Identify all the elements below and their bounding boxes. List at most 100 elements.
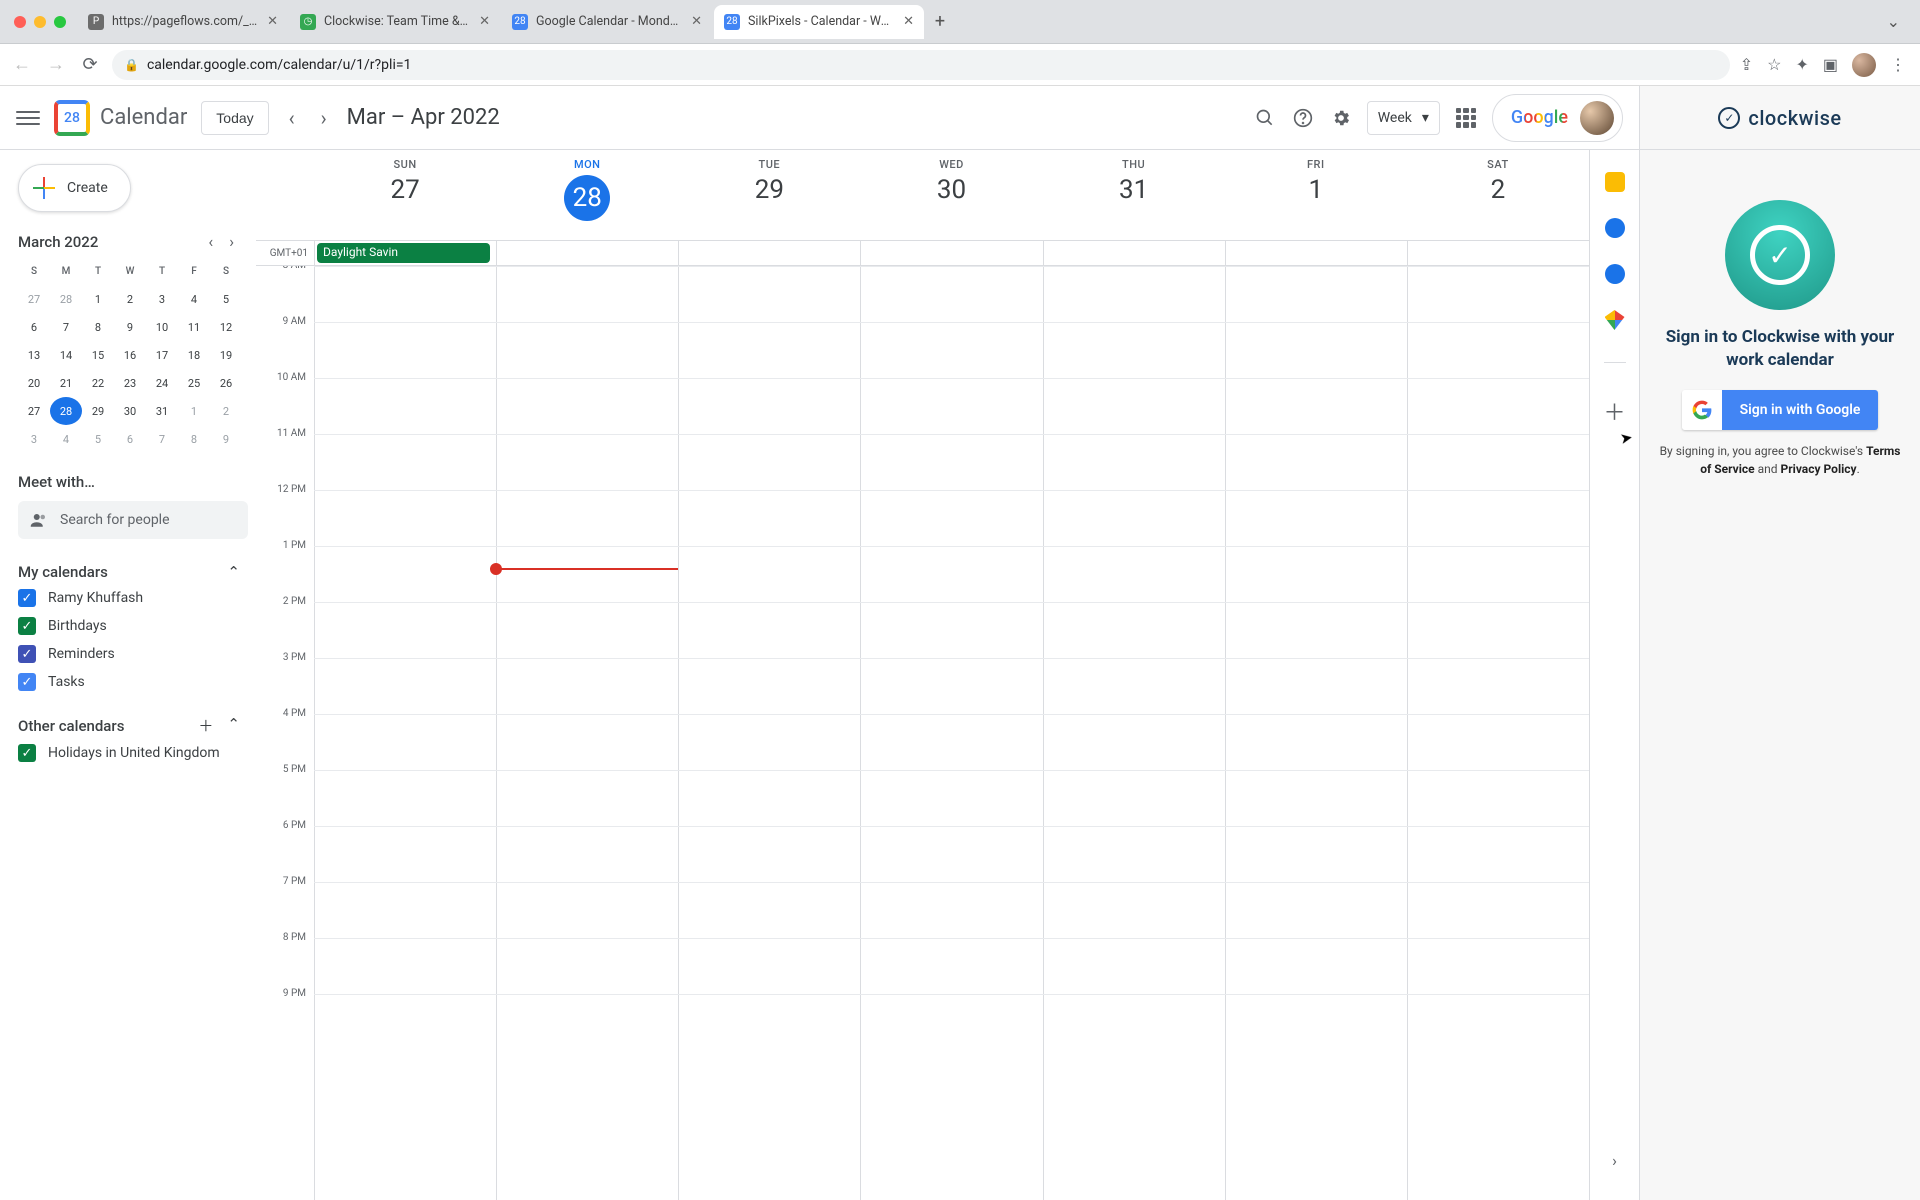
mini-day[interactable]: 9 [210, 425, 242, 453]
calendar-item[interactable]: ✓ Ramy Khuffash [18, 589, 248, 607]
support-icon[interactable] [1291, 106, 1315, 130]
window-controls[interactable] [8, 16, 66, 28]
add-other-calendar-icon[interactable]: ＋ [198, 715, 213, 736]
mini-day[interactable]: 31 [146, 397, 178, 425]
browser-menu-icon[interactable]: ⋮ [1890, 55, 1906, 74]
browser-profile-avatar[interactable] [1852, 53, 1876, 77]
address-bar[interactable]: 🔒 calendar.google.com/calendar/u/1/r?pli… [112, 50, 1730, 80]
mini-day[interactable]: 28 [50, 285, 82, 313]
mini-day[interactable]: 8 [178, 425, 210, 453]
mini-day[interactable]: 3 [146, 285, 178, 313]
mini-day[interactable]: 6 [18, 313, 50, 341]
mini-prev-month[interactable]: ‹ [202, 226, 219, 257]
collapse-rail-icon[interactable]: › [1612, 1151, 1617, 1170]
day-header[interactable]: WED 30 [860, 150, 1042, 240]
calendar-item[interactable]: ✓ Holidays in United Kingdom [18, 744, 248, 762]
close-window[interactable] [14, 16, 26, 28]
reload-button[interactable]: ⟳ [78, 54, 102, 75]
mini-day[interactable]: 7 [50, 313, 82, 341]
collapse-my-calendars-icon[interactable]: ⌃ [227, 563, 240, 581]
mini-day[interactable]: 30 [114, 397, 146, 425]
allday-cell[interactable] [1043, 241, 1225, 265]
close-tab-icon[interactable]: ✕ [479, 14, 490, 29]
day-column[interactable] [1407, 266, 1589, 1200]
mini-day[interactable]: 25 [178, 369, 210, 397]
mini-day[interactable]: 18 [178, 341, 210, 369]
maps-icon[interactable] [1605, 310, 1625, 330]
calendar-item[interactable]: ✓ Reminders [18, 645, 248, 663]
calendar-logo[interactable]: 28 Calendar [54, 100, 187, 136]
new-tab-button[interactable]: + [926, 11, 954, 32]
keep-icon[interactable] [1605, 172, 1625, 192]
day-header[interactable]: THU 31 [1043, 150, 1225, 240]
mini-day[interactable]: 11 [178, 313, 210, 341]
allday-cell[interactable] [678, 241, 860, 265]
main-menu-button[interactable] [16, 106, 40, 130]
mini-day[interactable]: 7 [146, 425, 178, 453]
mini-day[interactable]: 27 [18, 397, 50, 425]
minimize-window[interactable] [34, 16, 46, 28]
browser-tab[interactable]: ◷ Clockwise: Team Time & Calen ✕ [290, 5, 500, 39]
mini-day[interactable]: 4 [50, 425, 82, 453]
today-button[interactable]: Today [201, 101, 268, 135]
day-column[interactable] [496, 266, 678, 1200]
browser-tab[interactable]: 28 SilkPixels - Calendar - Week of ✕ [714, 5, 924, 39]
day-column[interactable] [1225, 266, 1407, 1200]
privacy-link[interactable]: Privacy Policy [1781, 462, 1857, 476]
calendar-checkbox[interactable]: ✓ [18, 673, 36, 691]
mini-day[interactable]: 8 [82, 313, 114, 341]
mini-day[interactable]: 23 [114, 369, 146, 397]
mini-day[interactable]: 15 [82, 341, 114, 369]
day-column[interactable] [678, 266, 860, 1200]
day-column[interactable] [860, 266, 1042, 1200]
calendar-item[interactable]: ✓ Tasks [18, 673, 248, 691]
account-pill[interactable]: Google [1492, 94, 1623, 142]
allday-cell[interactable] [860, 241, 1042, 265]
allday-cell[interactable] [496, 241, 678, 265]
mini-day[interactable]: 6 [114, 425, 146, 453]
mini-calendar[interactable]: SMTWTFS272812345678910111213141516171819… [18, 257, 243, 453]
account-avatar[interactable] [1580, 101, 1614, 135]
day-column[interactable] [314, 266, 496, 1200]
allday-cell[interactable] [1407, 241, 1589, 265]
google-apps-icon[interactable] [1454, 106, 1478, 130]
share-icon[interactable]: ⇪ [1740, 55, 1753, 74]
search-people-input[interactable]: Search for people [18, 501, 248, 539]
allday-cell[interactable]: Daylight Savin [314, 241, 496, 265]
calendar-checkbox[interactable]: ✓ [18, 589, 36, 607]
calendar-checkbox[interactable]: ✓ [18, 645, 36, 663]
mini-day[interactable]: 21 [50, 369, 82, 397]
add-addon-button[interactable]: ＋ [1603, 395, 1625, 427]
forward-button[interactable]: → [44, 54, 68, 75]
day-header[interactable]: SAT 2 [1407, 150, 1589, 240]
bookmark-star-icon[interactable]: ☆ [1767, 55, 1781, 74]
allday-cell[interactable] [1225, 241, 1407, 265]
next-period-button[interactable]: › [315, 100, 333, 136]
close-tab-icon[interactable]: ✕ [691, 14, 702, 29]
back-button[interactable]: ← [10, 54, 34, 75]
mini-day[interactable]: 5 [210, 285, 242, 313]
mini-day[interactable]: 12 [210, 313, 242, 341]
mini-day[interactable]: 28 [50, 397, 82, 425]
mini-day[interactable]: 2 [114, 285, 146, 313]
mini-day[interactable]: 24 [146, 369, 178, 397]
mini-day[interactable]: 19 [210, 341, 242, 369]
mini-day[interactable]: 13 [18, 341, 50, 369]
mini-day[interactable]: 1 [178, 397, 210, 425]
mini-day[interactable]: 5 [82, 425, 114, 453]
prev-period-button[interactable]: ‹ [283, 100, 301, 136]
mini-day[interactable]: 26 [210, 369, 242, 397]
view-switcher[interactable]: Week ▾ [1367, 101, 1440, 135]
mini-day[interactable]: 9 [114, 313, 146, 341]
close-tab-icon[interactable]: ✕ [903, 14, 914, 29]
mini-day[interactable]: 16 [114, 341, 146, 369]
mini-day[interactable]: 10 [146, 313, 178, 341]
collapse-other-calendars-icon[interactable]: ⌃ [227, 715, 240, 736]
mini-day[interactable]: 20 [18, 369, 50, 397]
calendar-checkbox[interactable]: ✓ [18, 617, 36, 635]
tab-overflow-chevron-icon[interactable]: ⌄ [1887, 12, 1912, 31]
week-view[interactable]: SUN 27MON 28TUE 29WED 30THU 31FRI 1SAT 2… [256, 150, 1589, 1200]
day-column[interactable] [1043, 266, 1225, 1200]
browser-tab[interactable]: 28 Google Calendar - Monday, 28 ✕ [502, 5, 712, 39]
day-header[interactable]: FRI 1 [1225, 150, 1407, 240]
